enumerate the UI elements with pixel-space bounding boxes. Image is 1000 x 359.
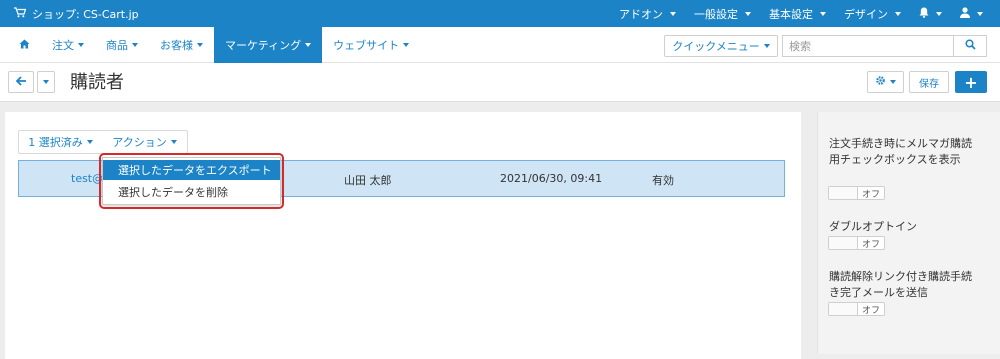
chevron-down-icon xyxy=(43,80,49,84)
toggle-state-label: オフ xyxy=(861,239,880,250)
chevron-down-icon xyxy=(745,11,751,16)
shop-selector[interactable]: ショップ: CS-Cart.jp xyxy=(14,0,139,27)
top-bar: ショップ: CS-Cart.jp アドオン 一般設定 基本設定 デザイン xyxy=(0,0,1000,27)
topnav-basic-settings[interactable]: 基本設定 xyxy=(760,6,835,22)
home-icon xyxy=(19,39,30,52)
tab-orders[interactable]: 注文 xyxy=(41,27,95,63)
plus-icon: + xyxy=(964,72,978,92)
tab-website[interactable]: ウェブサイト xyxy=(322,27,420,63)
chevron-down-icon xyxy=(403,43,410,47)
save-button[interactable]: 保存 xyxy=(909,71,949,93)
arrow-left-icon xyxy=(15,75,27,89)
toggle-knob xyxy=(829,237,858,249)
search-icon xyxy=(964,39,976,53)
back-history-dropdown[interactable] xyxy=(37,71,55,93)
tab-marketing-label: マーケティング xyxy=(225,39,302,52)
topnav-addons[interactable]: アドオン xyxy=(610,6,685,22)
chevron-down-icon xyxy=(936,11,942,16)
search-button[interactable] xyxy=(953,35,987,57)
search-input[interactable] xyxy=(782,35,953,57)
subscriber-date: 2021/06/30, 09:41 xyxy=(500,172,603,185)
page-title: 購読者 xyxy=(70,72,124,93)
tab-website-label: ウェブサイト xyxy=(333,39,400,52)
setting-double-optin-toggle[interactable]: オフ xyxy=(828,236,885,250)
shop-label: ショップ: CS-Cart.jp xyxy=(32,7,139,21)
toggle-knob xyxy=(829,187,858,199)
user-menu[interactable] xyxy=(951,6,992,21)
gear-icon xyxy=(875,75,886,89)
quick-menu-label: クイックメニュー xyxy=(672,40,760,53)
setting-checkout-checkbox-label: 注文手続き時にメルマガ購読用チェックボックスを表示 xyxy=(829,137,972,166)
tab-products-label: 商品 xyxy=(106,39,128,52)
chevron-down-icon xyxy=(78,43,84,47)
chevron-down-icon xyxy=(170,140,177,144)
topnav-basic-settings-label: 基本設定 xyxy=(769,7,813,21)
chevron-down-icon xyxy=(132,43,138,47)
setting-unsubscribe-email-label: 購読解除リンク付き購読手続き完了メールを送信 xyxy=(829,270,972,299)
tab-marketing[interactable]: マーケティング xyxy=(214,27,323,63)
chevron-down-icon xyxy=(670,11,676,16)
tab-customers[interactable]: お客様 xyxy=(149,27,214,63)
setting-double-optin-label: ダブルオプトイン xyxy=(829,220,917,233)
quick-menu-button[interactable]: クイックメニュー xyxy=(664,35,778,57)
chevron-down-icon xyxy=(305,43,312,47)
user-icon xyxy=(960,6,970,21)
tab-orders-label: 注文 xyxy=(52,39,74,52)
topnav-design[interactable]: デザイン xyxy=(835,6,910,22)
tab-products[interactable]: 商品 xyxy=(95,27,149,63)
topnav-general-settings[interactable]: 一般設定 xyxy=(685,6,760,22)
chevron-down-icon xyxy=(763,44,770,48)
setting-unsubscribe-email-toggle[interactable]: オフ xyxy=(828,302,885,316)
toggle-knob xyxy=(829,303,858,315)
bell-icon xyxy=(919,7,929,21)
topnav-general-settings-label: 一般設定 xyxy=(694,7,738,21)
settings-sidebar: 注文手続き時にメルマガ購読用チェックボックスを表示 オフ ダブルオプトイン オフ… xyxy=(817,112,1000,354)
chevron-down-icon xyxy=(86,140,93,144)
title-bar: 購読者 保存 + xyxy=(0,63,1000,102)
chevron-down-icon xyxy=(820,11,826,16)
cart-icon xyxy=(14,6,27,21)
chevron-down-icon xyxy=(197,43,203,47)
back-button[interactable] xyxy=(8,71,34,93)
tab-customers-label: お客様 xyxy=(160,39,193,52)
chevron-down-icon xyxy=(895,11,901,16)
notifications-menu[interactable] xyxy=(910,7,951,21)
actions-dropdown[interactable]: アクション xyxy=(102,130,188,154)
add-subscriber-button[interactable]: + xyxy=(955,71,987,93)
top-nav: アドオン 一般設定 基本設定 デザイン xyxy=(610,0,992,27)
chevron-down-icon xyxy=(977,11,983,16)
subscriber-name: 山田 太郎 xyxy=(344,174,392,187)
subscriber-status: 有効 xyxy=(652,174,674,187)
main-nav: 注文 商品 お客様 マーケティング ウェブサイト クイックメニュー xyxy=(0,27,1000,63)
setting-checkout-checkbox-toggle[interactable]: オフ xyxy=(828,186,885,200)
actions-label: アクション xyxy=(112,136,167,149)
settings-dropdown-button[interactable] xyxy=(867,71,904,93)
main-content: 1 選択済み アクション test@c 山田 太郎 2021/06/30, 09… xyxy=(5,112,801,359)
toggle-state-label: オフ xyxy=(861,305,880,316)
highlight-annotation xyxy=(99,153,284,209)
selected-count-dropdown[interactable]: 1 選択済み xyxy=(18,130,103,154)
topnav-design-label: デザイン xyxy=(844,7,888,21)
selected-count-label: 1 選択済み xyxy=(28,136,83,149)
chevron-down-icon xyxy=(890,80,896,84)
home-tab[interactable] xyxy=(8,27,41,63)
toggle-state-label: オフ xyxy=(861,189,880,200)
topnav-addons-label: アドオン xyxy=(619,7,663,21)
